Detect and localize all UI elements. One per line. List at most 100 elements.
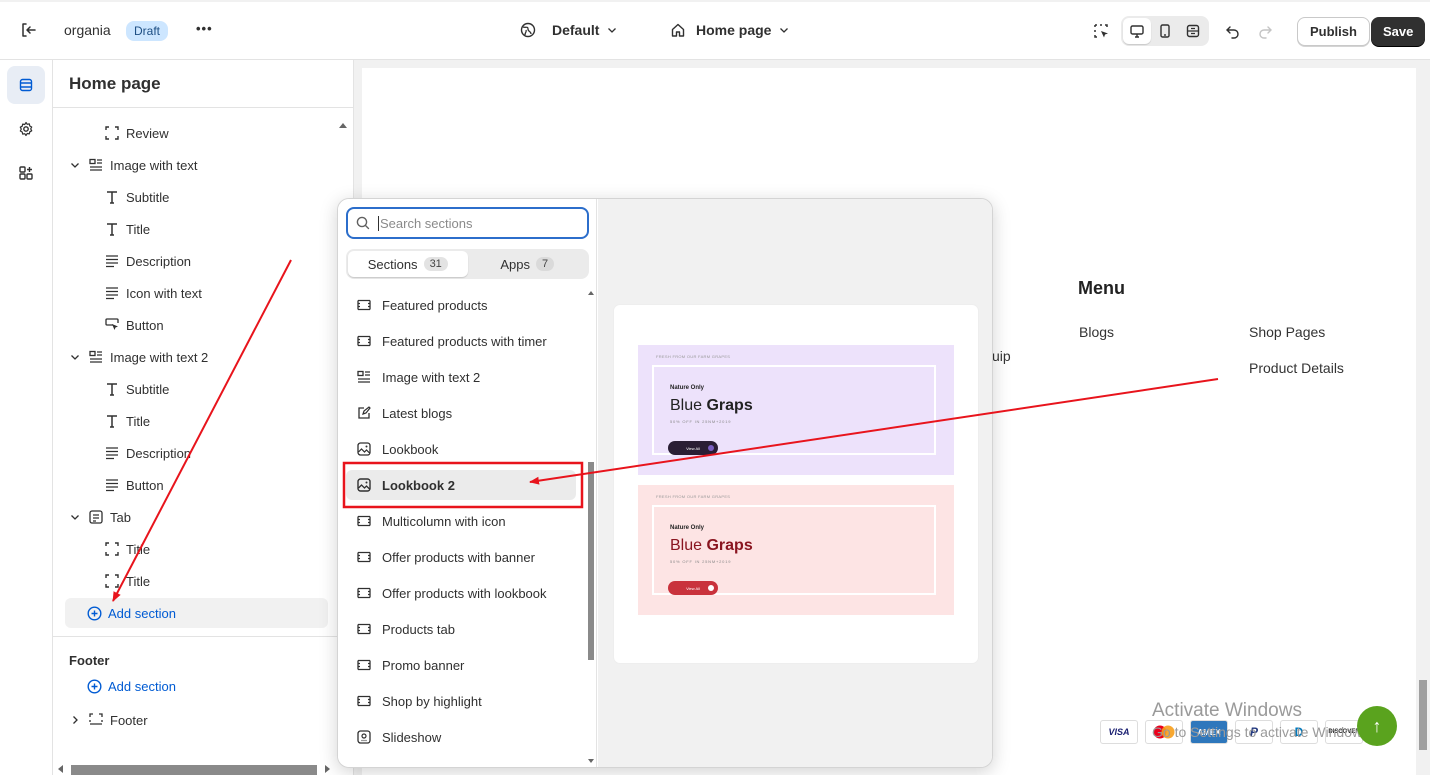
blog-icon: [356, 405, 372, 421]
section-option[interactable]: Multicolumn with icon: [346, 506, 576, 536]
tab-label: Apps: [500, 256, 530, 272]
section-option[interactable]: Offer products with lookbook: [346, 578, 576, 608]
desktop-icon[interactable]: [1123, 18, 1151, 44]
tree-item-subtitle[interactable]: Subtitle: [104, 377, 169, 401]
redo-icon[interactable]: [1251, 17, 1279, 45]
search-input[interactable]: [380, 215, 580, 231]
apps-icon[interactable]: [7, 154, 45, 192]
publish-button[interactable]: Publish: [1297, 17, 1370, 46]
footer-link-partial[interactable]: uip: [992, 348, 1011, 364]
section-option-label: Slideshow: [382, 729, 442, 745]
tree-item-title[interactable]: Title: [104, 537, 150, 561]
tree-item-label: Tab: [110, 509, 131, 525]
tree-item-button[interactable]: Button: [104, 473, 164, 497]
sections-icon[interactable]: [7, 66, 45, 104]
text-icon: [104, 381, 120, 397]
undo-icon[interactable]: [1219, 17, 1247, 45]
section-option[interactable]: Products tab: [346, 614, 576, 644]
section-option[interactable]: Image with text 2: [346, 362, 576, 392]
tree-item-description[interactable]: Description: [104, 441, 191, 465]
banner-title-bold: Graps: [706, 397, 753, 414]
tree-item-title[interactable]: Title: [104, 409, 150, 433]
chevron-down-icon[interactable]: [69, 511, 81, 523]
tree-item-icon-with-text[interactable]: Icon with text: [104, 281, 202, 305]
search-field[interactable]: [346, 207, 589, 239]
tab-sections[interactable]: Sections 31: [348, 251, 468, 277]
section-option-label: Multicolumn with icon: [382, 513, 506, 529]
save-button[interactable]: Save: [1371, 17, 1426, 46]
section-option[interactable]: Featured products: [346, 290, 576, 320]
tree-item-description[interactable]: Description: [104, 249, 191, 273]
section-preview-pane: FRESH FROM OUR FARM GRAPES Nature Only B…: [598, 199, 992, 767]
top-bar: organia Draft ••• Default Home page Publ…: [0, 0, 1430, 60]
tree-section-image-with-text-2[interactable]: Image with text 2: [88, 345, 208, 369]
section-option[interactable]: Offer products with banner: [346, 542, 576, 572]
horizontal-scrollbar[interactable]: [53, 761, 353, 775]
tree-section-tab[interactable]: Tab: [88, 505, 131, 529]
paragraph-icon: [104, 285, 120, 301]
tree-item-review[interactable]: Review: [104, 121, 169, 145]
tree-item-subtitle[interactable]: Subtitle: [104, 185, 169, 209]
tree-item-title[interactable]: Title: [104, 217, 150, 241]
footer-link-product-details[interactable]: Product Details: [1249, 360, 1344, 376]
image-text-icon: [88, 349, 104, 365]
inspector-icon[interactable]: [1087, 17, 1115, 45]
tree-item-label: Title: [126, 573, 151, 589]
image-icon: [356, 441, 372, 457]
scroll-up-icon[interactable]: [339, 116, 347, 131]
banner-subtitle: 50% OFF IN 25NM+2019: [670, 419, 732, 424]
preview-banner-purple: FRESH FROM OUR FARM GRAPES Nature Only B…: [638, 345, 954, 475]
fullscreen-icon[interactable]: [1179, 18, 1207, 44]
footer-link-shop-pages[interactable]: Shop Pages: [1249, 324, 1325, 340]
banner-eyebrow: Nature Only: [670, 385, 705, 391]
slideshow-icon: [356, 729, 372, 745]
back-to-top-button[interactable]: ↑: [1357, 706, 1397, 746]
chevron-down-icon[interactable]: [69, 351, 81, 363]
plus-circle-icon: [87, 605, 102, 621]
banner-title-light: Blue: [670, 537, 703, 554]
tree-item-button[interactable]: Button: [104, 313, 164, 337]
visa-icon: VISA: [1100, 720, 1138, 744]
footer-group-label: Footer: [69, 652, 110, 668]
gear-icon[interactable]: [7, 110, 45, 148]
section-option[interactable]: Promo banner: [346, 650, 576, 680]
section-icon: [356, 297, 372, 313]
chevron-down-icon[interactable]: [69, 159, 81, 171]
mobile-icon[interactable]: [1151, 18, 1179, 44]
section-option-selected[interactable]: Lookbook 2: [346, 470, 576, 500]
section-option[interactable]: Shop by highlight: [346, 686, 576, 716]
paragraph-icon: [104, 253, 120, 269]
footer-add-section-button[interactable]: Add section: [87, 679, 176, 694]
section-option[interactable]: Featured products with timer: [346, 326, 576, 356]
tree-section-image-with-text[interactable]: Image with text: [88, 153, 197, 177]
section-option[interactable]: Slideshow: [346, 722, 576, 752]
tree-item-title[interactable]: Title: [104, 569, 150, 593]
page-selector[interactable]: Home page: [670, 22, 789, 38]
section-icon: [356, 333, 372, 349]
section-option[interactable]: Lookbook: [346, 434, 576, 464]
section-option-label: Lookbook 2: [382, 477, 455, 493]
tree-section-footer[interactable]: Footer: [88, 708, 148, 732]
tab-apps[interactable]: Apps 7: [468, 251, 588, 277]
list-scrollbar[interactable]: [587, 287, 595, 767]
footer-link-blogs[interactable]: Blogs: [1079, 324, 1114, 340]
theme-selector[interactable]: Default: [520, 22, 617, 38]
banner-title-light: Blue: [670, 397, 703, 414]
sidebar: Home page Review Image with text Subtitl…: [53, 60, 354, 775]
tab-icon: [88, 509, 104, 525]
block-icon: [104, 573, 120, 589]
vertical-scrollbar[interactable]: [1416, 60, 1430, 775]
exit-icon[interactable]: [14, 16, 42, 44]
block-icon: [104, 125, 120, 141]
tab-label: Sections: [367, 256, 418, 272]
tree-item-label: Subtitle: [126, 189, 170, 205]
preview-banner-pink: FRESH FROM OUR FARM GRAPES Nature Only B…: [638, 485, 954, 615]
add-section-button[interactable]: Add section: [65, 598, 328, 628]
tree-item-label: Image with text: [110, 157, 198, 173]
windows-watermark-title: Activate Windows: [1152, 700, 1302, 721]
more-actions-button[interactable]: •••: [196, 21, 213, 36]
section-option[interactable]: Latest blogs: [346, 398, 576, 428]
chevron-right-icon[interactable]: [69, 714, 81, 726]
image-icon: [356, 477, 372, 493]
section-option-label: Products tab: [382, 621, 455, 637]
